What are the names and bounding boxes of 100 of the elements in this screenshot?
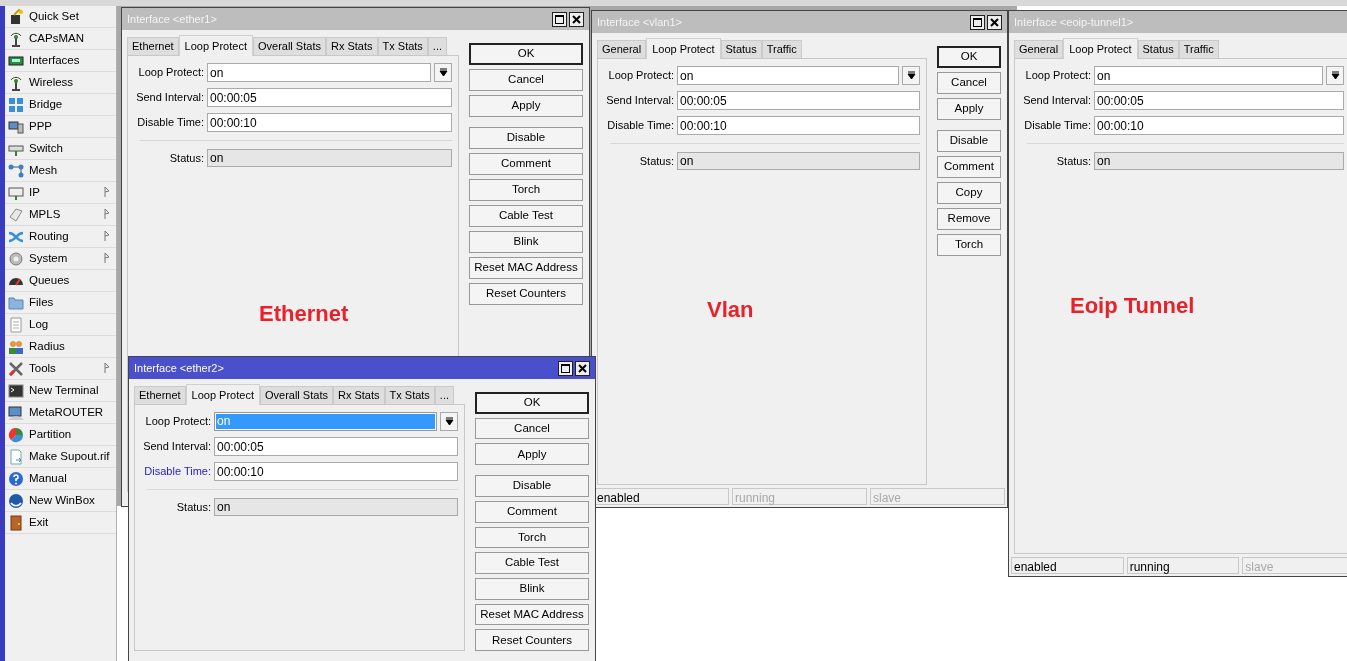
tab[interactable]: Traffic <box>1178 40 1219 58</box>
menu-item[interactable]: Exit <box>5 512 116 534</box>
monitor-icon <box>8 184 24 201</box>
close-button[interactable] <box>987 14 1002 30</box>
input-field[interactable]: 00:00:10 <box>207 113 452 132</box>
dropdown-button[interactable] <box>440 412 458 431</box>
tag-icon <box>8 206 24 223</box>
tab[interactable]: Loop Protect <box>1063 38 1138 59</box>
tab[interactable]: Rx Stats <box>332 386 385 404</box>
annotation-text: Eoip Tunnel <box>1070 292 1195 320</box>
annotation-text: Ethernet <box>259 300 349 328</box>
menu-item[interactable]: Make Supout.rif <box>5 446 116 468</box>
input-field[interactable]: 00:00:05 <box>214 437 458 456</box>
field-label: Send Interval: <box>135 90 204 106</box>
status-field: on <box>214 498 458 516</box>
maximize-button[interactable] <box>552 11 567 27</box>
antenna-icon <box>8 30 24 47</box>
tab[interactable]: Loop Protect <box>646 38 721 59</box>
tab[interactable]: Ethernet <box>127 37 179 55</box>
field-label: Send Interval: <box>1022 93 1091 109</box>
field-label: Status: <box>168 150 204 166</box>
arrow-down-icon <box>1330 71 1340 80</box>
dropdown-field[interactable]: on <box>1094 66 1323 85</box>
status-field: on <box>1094 152 1344 170</box>
menu-item[interactable]: Quick Set <box>5 6 116 28</box>
menu-item[interactable]: Log <box>5 314 116 336</box>
dialog-button[interactable]: Reset Counters <box>475 629 589 652</box>
dialog-button[interactable]: Comment <box>469 153 583 175</box>
nodes-icon <box>8 162 24 179</box>
dialog-button[interactable]: Cancel <box>475 417 589 440</box>
input-field[interactable]: 00:00:10 <box>1094 116 1344 135</box>
dialog-button[interactable]: OK <box>937 46 1001 68</box>
dropdown-button[interactable] <box>902 66 920 85</box>
dialog-button[interactable]: Blink <box>475 577 589 600</box>
computer-icon <box>8 404 24 421</box>
maximize-button[interactable] <box>558 360 573 376</box>
tab[interactable]: Loop Protect <box>185 384 260 405</box>
dialog-button[interactable]: Comment <box>937 156 1001 178</box>
tab[interactable]: ... <box>434 386 455 404</box>
dialog-button[interactable]: Cancel <box>469 69 583 91</box>
tab[interactable]: Tx Stats <box>377 37 428 55</box>
tab[interactable]: General <box>1014 40 1064 58</box>
arrow-down-icon <box>438 68 448 77</box>
dialog-button[interactable]: Apply <box>469 95 583 117</box>
maximize-button[interactable] <box>970 14 985 30</box>
tab[interactable]: Traffic <box>761 40 802 58</box>
status-field: on <box>207 149 452 167</box>
dropdown-field[interactable]: on <box>677 66 899 85</box>
maximize-icon <box>561 363 570 373</box>
dialog-button[interactable]: Cable Test <box>475 552 589 574</box>
input-field[interactable]: 00:00:10 <box>677 116 920 135</box>
dropdown-button[interactable] <box>434 63 452 82</box>
tab[interactable]: Status <box>1137 40 1179 58</box>
dialog-button[interactable]: Torch <box>469 179 583 201</box>
door-icon <box>8 514 24 531</box>
field-label: Loop Protect: <box>137 65 204 81</box>
dialog-button[interactable]: Torch <box>475 526 589 549</box>
status-bar-cell: running <box>732 488 867 505</box>
dialog-button[interactable]: Cable Test <box>469 205 583 227</box>
help-icon <box>8 470 24 487</box>
tab[interactable]: Status <box>720 40 762 58</box>
dialog-button[interactable]: Copy <box>937 182 1001 204</box>
input-field[interactable]: 00:00:10 <box>214 462 458 481</box>
tab[interactable]: Tx Stats <box>384 386 435 404</box>
window-title: Interface <ether2> <box>134 360 225 376</box>
dialog-button[interactable]: Disable <box>937 130 1001 152</box>
dialog-button[interactable]: Disable <box>469 127 583 149</box>
maximize-icon <box>973 17 982 27</box>
tab[interactable]: Overall Stats <box>252 37 326 55</box>
dialog-button[interactable]: Blink <box>469 231 583 253</box>
dropdown-button[interactable] <box>1326 66 1344 85</box>
input-field[interactable]: 00:00:05 <box>207 88 452 107</box>
status-field: on <box>677 152 920 170</box>
dialog-button[interactable]: OK <box>475 392 589 414</box>
dialog-button[interactable]: Remove <box>937 208 1001 230</box>
status-bar-cell: slave <box>1242 557 1347 574</box>
dialog-button[interactable]: OK <box>469 43 583 65</box>
dialog-button[interactable]: Cancel <box>937 72 1001 94</box>
field-label: Status: <box>175 499 211 515</box>
dialog-button[interactable]: Apply <box>937 98 1001 120</box>
dialog-button[interactable]: Disable <box>475 475 589 497</box>
tab[interactable]: Rx Stats <box>325 37 378 55</box>
dialog-button[interactable]: Reset Counters <box>469 283 583 305</box>
dialog-button[interactable]: Comment <box>475 500 589 523</box>
tab[interactable]: Loop Protect <box>178 35 253 56</box>
tab[interactable]: General <box>597 40 647 58</box>
tab[interactable]: Overall Stats <box>259 386 333 404</box>
tab[interactable]: Ethernet <box>134 386 186 404</box>
dialog-button[interactable]: Reset MAC Address <box>469 257 583 279</box>
dialog-button[interactable]: Reset MAC Address <box>475 603 589 626</box>
dropdown-field[interactable]: on <box>207 63 431 82</box>
people-icon <box>8 338 24 355</box>
dialog-button[interactable]: Apply <box>475 443 589 466</box>
input-field[interactable]: 00:00:05 <box>677 91 920 110</box>
input-field[interactable]: 00:00:05 <box>1094 91 1344 110</box>
tab[interactable]: ... <box>427 37 448 55</box>
dialog-button[interactable]: Torch <box>937 234 1001 256</box>
close-button[interactable] <box>575 360 590 376</box>
document-icon <box>8 448 24 465</box>
close-button[interactable] <box>569 11 584 27</box>
